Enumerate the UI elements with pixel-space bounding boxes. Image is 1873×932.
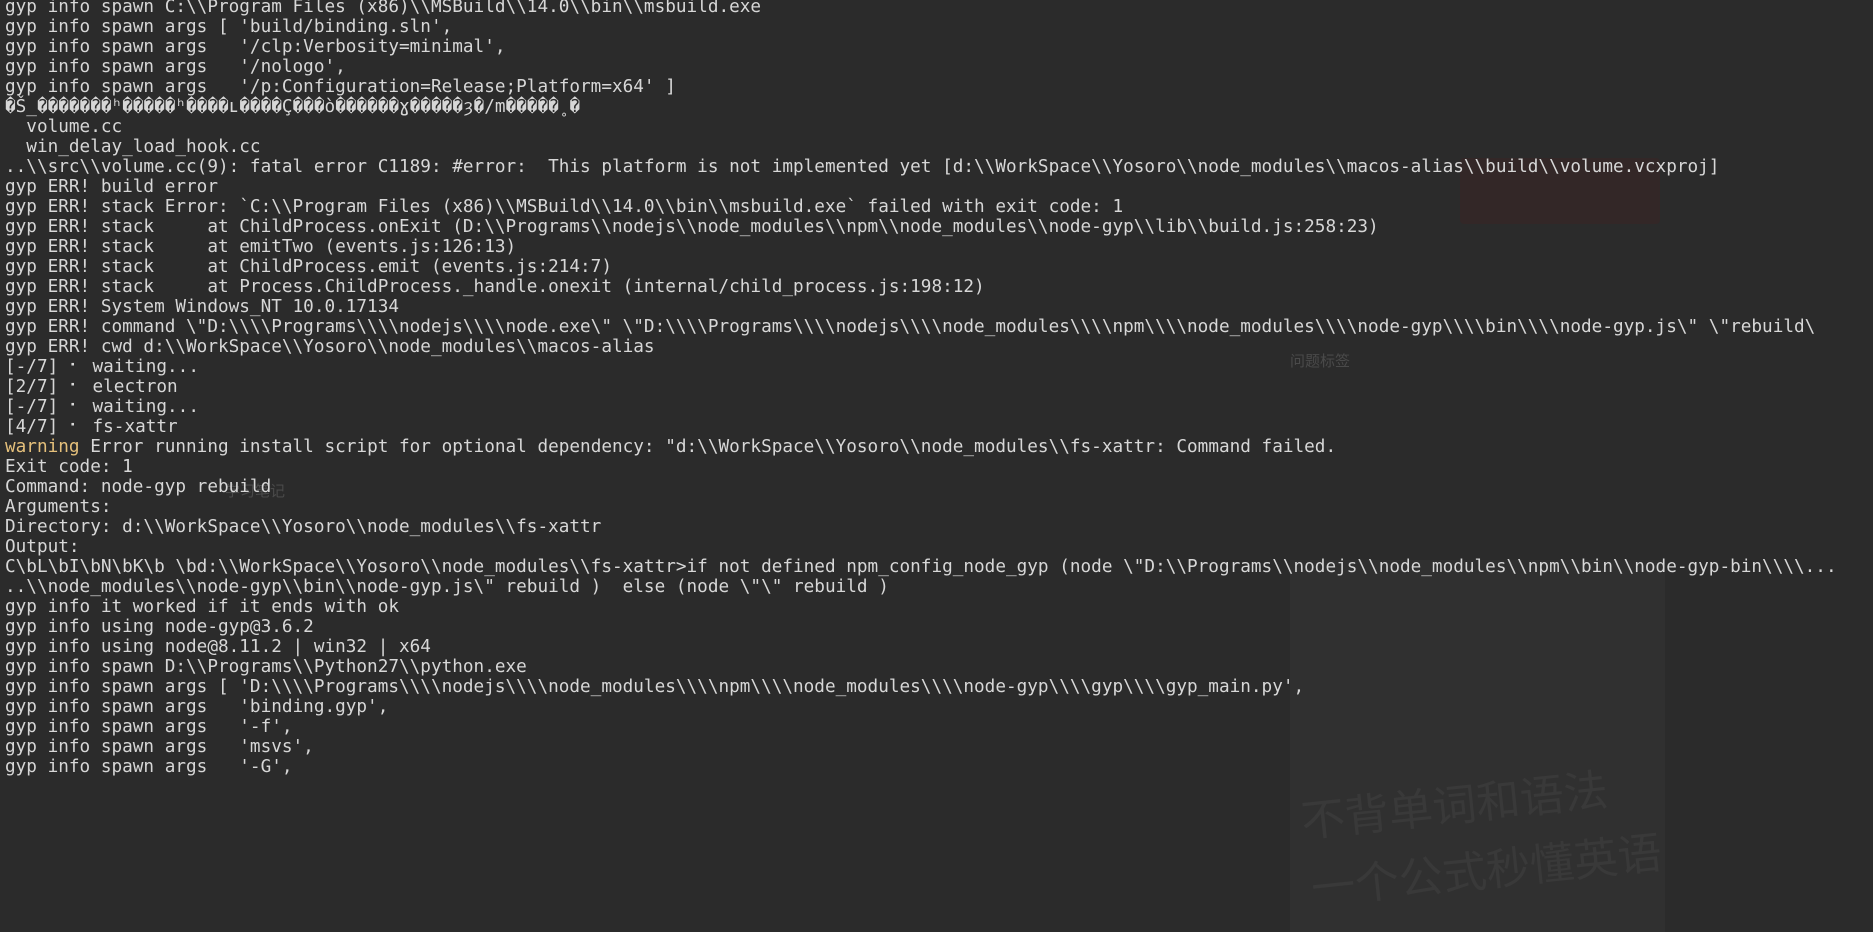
terminal-line: gyp info spawn args '-G', xyxy=(5,757,293,777)
terminal-output[interactable]: gyp info spawn C:\\Program Files (x86)\\… xyxy=(0,0,1873,932)
warning-text: Error running install script for optiona… xyxy=(79,437,1337,457)
terminal-warning-line: warning Error running install script for… xyxy=(5,435,1336,459)
terminal-line: Directory: d:\\WorkSpace\\Yosoro\\node_m… xyxy=(5,517,602,537)
terminal-line: ..\\src\\volume.cc(9): fatal error C1189… xyxy=(5,157,1720,177)
warning-label: warning xyxy=(5,437,80,457)
